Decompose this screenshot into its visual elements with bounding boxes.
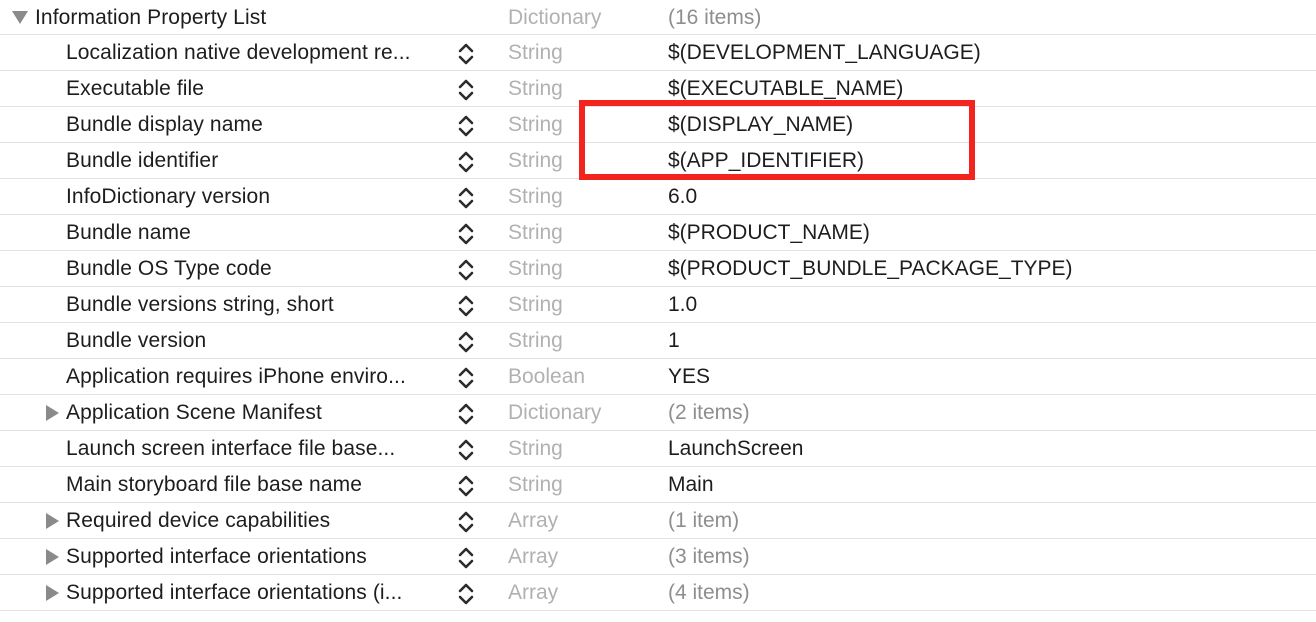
row-key[interactable]: Executable file [66,71,450,107]
row-value[interactable]: $(APP_IDENTIFIER) [668,143,1308,179]
row-value[interactable]: $(EXECUTABLE_NAME) [668,71,1308,107]
plist-rows: Localization native development re... Str… [0,35,1316,611]
up-down-chevron-icon[interactable] [456,509,476,535]
plist-row[interactable]: Launch screen interface file base... Stri… [0,431,1316,467]
row-value[interactable]: $(PRODUCT_NAME) [668,215,1308,251]
row-key[interactable]: InfoDictionary version [66,179,450,215]
row-value[interactable]: 1.0 [668,287,1308,323]
up-down-chevron-icon[interactable] [456,473,476,499]
row-key[interactable]: Supported interface orientations (i... [66,575,450,611]
row-value: (4 items) [668,581,750,604]
plist-row[interactable]: Application requires iPhone enviro... Boo… [0,359,1316,395]
row-value[interactable]: $(DISPLAY_NAME) [668,107,1308,143]
row-value[interactable]: $(DEVELOPMENT_LANGUAGE) [668,35,1308,71]
up-down-chevron-icon[interactable] [456,257,476,283]
up-down-chevron-icon[interactable] [456,113,476,139]
up-down-chevron-icon[interactable] [456,437,476,463]
up-down-chevron-icon[interactable] [456,581,476,607]
row-key[interactable]: Launch screen interface file base... [66,431,450,467]
row-key[interactable]: Bundle identifier [66,143,450,179]
plist-row[interactable]: Supported interface orientations Array (3 … [0,539,1316,575]
row-key[interactable]: Localization native development re... [66,35,450,71]
row-key[interactable]: Bundle OS Type code [66,251,450,287]
row-value[interactable]: YES [668,359,1308,395]
plist-row[interactable]: Main storyboard file base name String Main [0,467,1316,503]
root-type[interactable]: Dictionary [508,0,648,35]
row-value[interactable]: LaunchScreen [668,431,1308,467]
disclosure-triangle-right-icon[interactable] [41,395,63,431]
row-value[interactable]: $(PRODUCT_BUNDLE_PACKAGE_TYPE) [668,251,1308,287]
row-key[interactable]: Application requires iPhone enviro... [66,359,450,395]
row-key[interactable]: Bundle display name [66,107,450,143]
root-key: Information Property List [35,6,267,29]
row-type[interactable]: String [508,179,648,215]
row-key[interactable]: Main storyboard file base name [66,467,450,503]
row-type[interactable]: String [508,467,648,503]
row-type[interactable]: Boolean [508,359,648,395]
up-down-chevron-icon[interactable] [456,365,476,391]
row-key[interactable]: Bundle name [66,215,450,251]
plist-row[interactable]: Application Scene Manifest Dictionary (2 i… [0,395,1316,431]
row-value: (2 items) [668,401,750,424]
row-key[interactable]: Bundle versions string, short [66,287,450,323]
row-value[interactable]: Main [668,467,1308,503]
up-down-chevron-icon[interactable] [456,221,476,247]
root-value: (16 items) [668,6,762,29]
up-down-chevron-icon[interactable] [456,401,476,427]
up-down-chevron-icon[interactable] [456,185,476,211]
up-down-chevron-icon[interactable] [456,77,476,103]
plist-root-row[interactable]: Information Property List Dictionary (16… [0,0,1316,35]
disclosure-triangle-down-icon[interactable] [9,0,31,35]
up-down-chevron-icon[interactable] [456,293,476,319]
plist-row[interactable]: Executable file String $(EXECUTABLE_NAME) [0,71,1316,107]
plist-row[interactable]: Required device capabilities Array (1 item… [0,503,1316,539]
row-value: (1 item) [668,509,740,532]
plist-row[interactable]: Localization native development re... Str… [0,35,1316,71]
row-type[interactable]: Dictionary [508,395,648,431]
row-value[interactable]: 6.0 [668,179,1308,215]
row-type[interactable]: String [508,251,648,287]
plist-row[interactable]: Bundle name String $(PRODUCT_NAME) [0,215,1316,251]
up-down-chevron-icon[interactable] [456,41,476,67]
row-type[interactable]: Array [508,575,648,611]
row-value: (3 items) [668,545,750,568]
row-key[interactable]: Supported interface orientations [66,539,450,575]
row-key[interactable]: Bundle version [66,323,450,359]
disclosure-triangle-right-icon[interactable] [41,539,63,575]
row-type[interactable]: Array [508,503,648,539]
plist-row[interactable]: Supported interface orientations (i... Ar… [0,575,1316,611]
plist-row[interactable]: InfoDictionary version String 6.0 [0,179,1316,215]
property-list-editor: Information Property List Dictionary (16… [0,0,1316,611]
plist-row[interactable]: Bundle version String 1 [0,323,1316,359]
row-type[interactable]: String [508,143,648,179]
row-type[interactable]: String [508,431,648,467]
row-type[interactable]: String [508,287,648,323]
up-down-chevron-icon[interactable] [456,149,476,175]
up-down-chevron-icon[interactable] [456,329,476,355]
plist-row[interactable]: Bundle identifier String $(APP_IDENTIFIER) [0,143,1316,179]
row-type[interactable]: String [508,107,648,143]
disclosure-triangle-right-icon[interactable] [41,503,63,539]
row-key[interactable]: Application Scene Manifest [66,395,450,431]
row-type[interactable]: String [508,215,648,251]
plist-row[interactable]: Bundle display name String $(DISPLAY_NAME) [0,107,1316,143]
plist-row[interactable]: Bundle OS Type code String $(PRODUCT_BUNDL… [0,251,1316,287]
row-type[interactable]: String [508,323,648,359]
row-type[interactable]: Array [508,539,648,575]
up-down-chevron-icon[interactable] [456,545,476,571]
row-key[interactable]: Required device capabilities [66,503,450,539]
disclosure-triangle-right-icon[interactable] [41,575,63,611]
row-type[interactable]: String [508,71,648,107]
row-type[interactable]: String [508,35,648,71]
row-value[interactable]: 1 [668,323,1308,359]
plist-row[interactable]: Bundle versions string, short String 1.0 [0,287,1316,323]
